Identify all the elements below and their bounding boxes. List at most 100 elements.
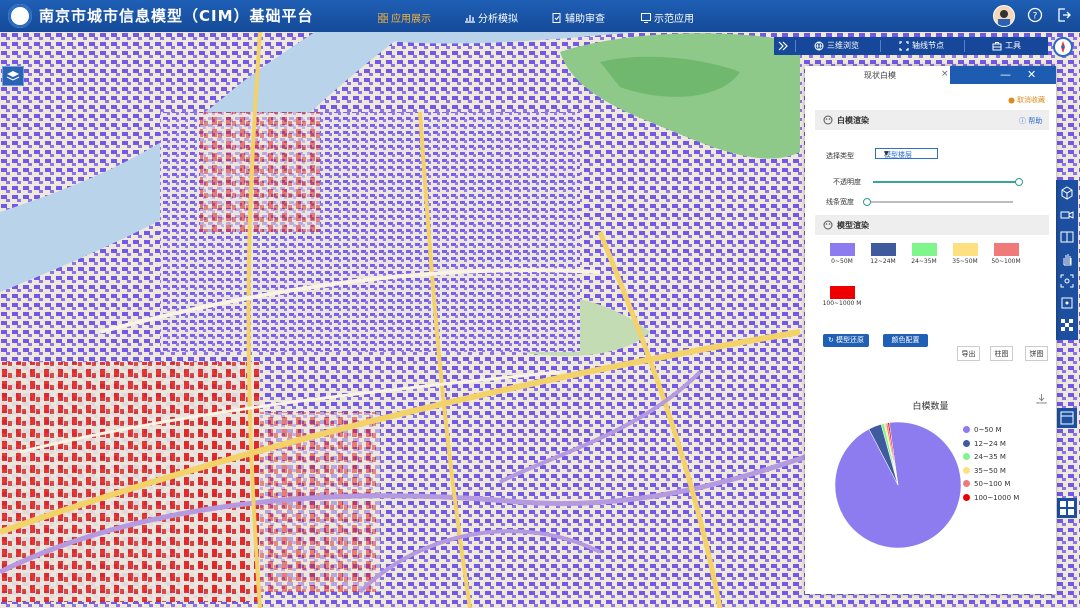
legend-label: 35~50 M (974, 466, 1006, 475)
toolbar-tools[interactable]: 工具 (992, 40, 1021, 51)
export-button[interactable]: 导出 (957, 346, 980, 361)
bar-chart-button[interactable]: 柱图 (990, 346, 1013, 361)
compass-needle-icon (1061, 41, 1065, 53)
minimize-icon[interactable]: — (1000, 68, 1011, 81)
tab-close-icon[interactable]: × (941, 69, 949, 79)
pie-chart (834, 421, 962, 549)
close-icon[interactable]: ✕ (1027, 68, 1036, 81)
opacity-label: 不透明度 (833, 178, 861, 186)
logout-icon[interactable] (1056, 7, 1072, 23)
svg-text:?: ? (1033, 12, 1038, 22)
button-label: 模型还原 (836, 336, 865, 344)
legend-item[interactable]: 100~1000 M (963, 493, 1020, 502)
toolbar-divider (964, 40, 965, 52)
chart-title: 白模数量 (912, 402, 949, 412)
checker-icon[interactable] (1060, 318, 1074, 332)
chevron-down-icon: ▼ (884, 150, 889, 157)
palette-icon (823, 220, 833, 230)
legend-swatch (963, 480, 970, 487)
tab-current-white-model[interactable]: 现状白模 × (805, 66, 950, 84)
legend-label: 12~24 M (974, 439, 1006, 448)
download-icon[interactable] (1036, 393, 1047, 404)
select-type-label: 选择类型 (826, 152, 854, 160)
toolbox-icon (992, 41, 1002, 50)
help-circle-icon[interactable]: ? (1027, 7, 1043, 23)
type-select[interactable]: 模型楼层 ▼ (875, 148, 938, 159)
cube-icon[interactable] (1060, 186, 1074, 200)
legend-item[interactable]: 0~50 M (963, 426, 1002, 434)
toolbar-label: 三维浏览 (827, 41, 859, 50)
double-chevron-right-icon[interactable] (778, 41, 788, 51)
toolbar-axis-node[interactable]: 轴线节点 (899, 40, 944, 51)
color-config-button[interactable]: 颜色配置 (883, 334, 928, 347)
nav-label: 应用展示 (391, 14, 431, 25)
legend-label: 0~50 M (974, 426, 1002, 434)
legend-item[interactable]: 50~100 M (963, 480, 1010, 488)
swatch-label: 24~35M (911, 258, 937, 265)
button-label: 颜色配置 (891, 336, 920, 344)
screenshot-icon[interactable] (1060, 274, 1074, 288)
line-width-slider-track[interactable] (867, 201, 1013, 203)
globe-icon (814, 41, 824, 51)
toolbar-3d-browse[interactable]: 三维浏览 (814, 40, 859, 51)
legend-item[interactable]: 24~35 M (963, 453, 1006, 461)
model-restore-button[interactable]: ↻ 模型还原 (823, 334, 869, 347)
pie-chart-button[interactable]: 饼图 (1025, 346, 1048, 361)
layers-button[interactable] (2, 66, 24, 86)
refresh-icon: ↻ (827, 336, 834, 344)
top-header: 南京市城市信息模型（CIM）基础平台 应用展示 分析模拟 辅助审查 示范应用 ? (0, 0, 1080, 32)
toolbar-divider (880, 40, 881, 52)
split-view-icon[interactable] (1060, 230, 1074, 244)
swatch-35-50[interactable] (953, 243, 978, 256)
swatch-12-24[interactable] (871, 243, 896, 256)
grid-icon (1060, 501, 1074, 515)
help-link[interactable]: ⓘ 帮助 (1019, 116, 1042, 126)
toolbar-label: 工具 (1005, 41, 1021, 50)
nav-item-app-display[interactable]: 应用展示 (378, 10, 431, 25)
swatch-label: 100~1000 M (822, 300, 862, 307)
opacity-slider-track[interactable] (873, 181, 1019, 183)
nav-item-demo[interactable]: 示范应用 (641, 10, 694, 25)
legend-label: 100~1000 M (974, 493, 1020, 502)
target-icon[interactable] (1060, 296, 1074, 310)
swatch-24-35[interactable] (912, 243, 937, 256)
city-logo-icon (8, 4, 32, 28)
legend-swatch (963, 466, 970, 474)
avatar-icon (998, 10, 1010, 26)
chart-icon (465, 14, 475, 23)
legend-swatch (963, 426, 970, 433)
section-white-render: 白模渲染 ⓘ 帮助 (815, 110, 1049, 130)
line-width-slider-handle[interactable] (863, 198, 871, 206)
swatch-label: 0~50M (831, 258, 853, 265)
legend-item[interactable]: 35~50 M (963, 466, 1006, 475)
layers-icon (6, 71, 20, 81)
nav-item-review[interactable]: 辅助审查 (552, 10, 605, 25)
hand-icon[interactable] (1060, 252, 1074, 266)
side-grid-button[interactable] (1057, 498, 1077, 518)
swatch-0-50[interactable] (830, 243, 855, 256)
side-panel-button[interactable] (1057, 408, 1077, 428)
legend-swatch (963, 493, 970, 501)
nav-label: 辅助审查 (565, 14, 605, 25)
swatch-100-1000[interactable] (830, 286, 855, 299)
grid-icon (378, 12, 388, 23)
unfavorite-link[interactable]: 取消收藏 (1008, 95, 1045, 105)
video-icon[interactable] (1060, 208, 1074, 222)
nav-item-analysis[interactable]: 分析模拟 (465, 10, 518, 25)
legend-swatch (963, 453, 970, 460)
user-avatar[interactable] (993, 5, 1015, 27)
swatch-label: 12~24M (870, 258, 896, 265)
swatch-50-100[interactable] (994, 243, 1019, 256)
display-icon (641, 12, 651, 23)
line-width-label: 线条宽度 (826, 198, 854, 206)
opacity-slider-handle[interactable] (1015, 178, 1023, 186)
platform-title: 南京市城市信息模型（CIM）基础平台 (39, 7, 314, 25)
unfavorite-label: 取消收藏 (1017, 96, 1045, 104)
map-toolbar: 三维浏览 轴线节点 工具 (774, 37, 1048, 55)
frame-icon (899, 40, 909, 51)
nav-label: 示范应用 (654, 14, 694, 25)
legend-item[interactable]: 12~24 M (963, 439, 1006, 448)
compass-icon[interactable] (1053, 37, 1073, 57)
star-icon (1008, 96, 1015, 104)
palette-icon (823, 115, 833, 125)
